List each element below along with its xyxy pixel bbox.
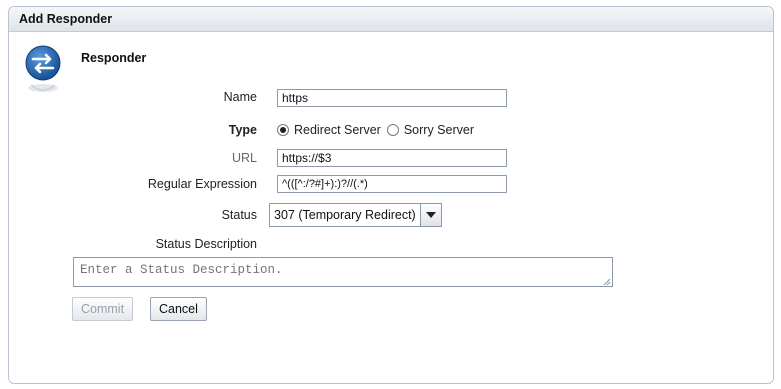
regex-label: Regular Expression <box>147 177 257 191</box>
regex-field[interactable] <box>277 175 507 193</box>
name-field[interactable] <box>277 89 507 107</box>
status-description-field[interactable] <box>73 257 613 287</box>
redirect-server-radio[interactable] <box>277 124 289 136</box>
status-select-value: 307 (Temporary Redirect) <box>274 208 416 222</box>
type-radio-group: Redirect Server Sorry Server <box>277 121 474 139</box>
status-description-label: Status Description <box>155 237 257 251</box>
url-label: URL <box>231 151 257 165</box>
chevron-down-icon[interactable] <box>419 204 441 226</box>
sorry-server-radio[interactable] <box>386 124 399 136</box>
name-label: Name <box>223 90 257 104</box>
cancel-button[interactable]: Cancel <box>150 297 207 321</box>
redirect-server-label: Redirect Server <box>294 123 381 137</box>
sorry-server-label: Sorry Server <box>403 123 474 137</box>
status-label: Status <box>221 208 257 222</box>
status-select[interactable]: 307 (Temporary Redirect) <box>269 203 442 227</box>
commit-button[interactable]: Commit <box>72 297 134 321</box>
url-field[interactable] <box>277 149 507 167</box>
resize-grip-icon[interactable] <box>601 275 611 286</box>
add-responder-dialog: Add Responder Responder Name Type Redire… <box>8 6 774 384</box>
type-label: Type <box>228 123 257 137</box>
section-title: Responder <box>81 51 147 65</box>
dialog-title: Add Responder <box>9 7 773 32</box>
